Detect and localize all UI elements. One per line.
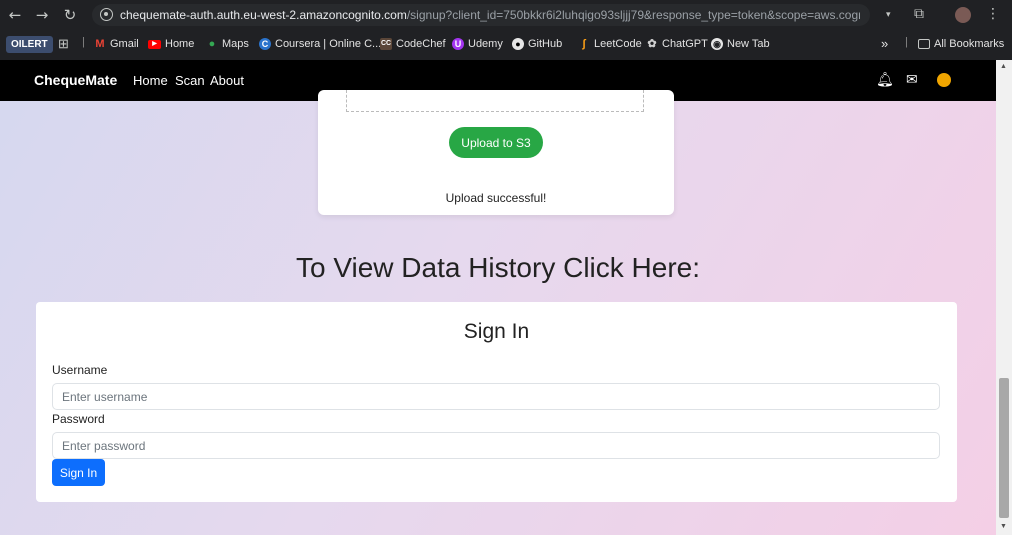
envelope-icon[interactable]: ✉ xyxy=(906,72,918,88)
nav-home[interactable]: Home xyxy=(133,73,168,88)
all-bookmarks-label: All Bookmarks xyxy=(934,38,1005,50)
bookmark-github[interactable]: ● GitHub xyxy=(512,38,562,50)
extensions-icon[interactable]: ⧉ xyxy=(914,6,924,22)
history-heading: To View Data History Click Here: xyxy=(295,252,701,283)
signin-title: Sign In xyxy=(463,320,530,343)
signin-card: Sign In Username Password Sign In xyxy=(36,302,957,502)
brand-logo[interactable]: ChequeMate xyxy=(34,72,117,88)
reload-icon[interactable]: ↻ xyxy=(61,6,79,24)
bookmark-newtab[interactable]: ◉ New Tab xyxy=(711,38,770,50)
bookmark-label: LeetCode xyxy=(594,38,642,50)
leetcode-icon: ʃ xyxy=(582,38,586,50)
upload-s3-button[interactable]: Upload to S3 xyxy=(449,127,543,158)
browser-toolbar: ← → ↻ chequemate-auth.auth.eu-west-2.ama… xyxy=(0,0,1012,30)
username-label: Username xyxy=(52,363,108,377)
page-viewport: ChequeMate Home Scan About 🔔︎ ✉ Upload t… xyxy=(0,60,996,535)
signin-button[interactable]: Sign In xyxy=(52,459,105,486)
bookmark-leetcode[interactable]: ʃ LeetCode xyxy=(578,38,642,50)
bookmark-label: Maps xyxy=(222,38,249,50)
file-drop-zone[interactable] xyxy=(346,90,644,112)
site-info-icon[interactable] xyxy=(100,8,113,21)
bookmark-home[interactable]: ▶ Home xyxy=(148,38,194,50)
password-label: Password xyxy=(52,412,105,426)
more-bookmarks-icon[interactable]: » xyxy=(881,36,888,51)
bookmarks-bar: OILERT ⊞ | M Gmail ▶ Home ● Maps C Cours… xyxy=(0,30,1012,60)
bookmark-gmail[interactable]: M Gmail xyxy=(94,38,139,50)
upload-status: Upload successful! xyxy=(445,191,547,205)
nav-scan[interactable]: Scan xyxy=(175,73,205,88)
codechef-icon: CC xyxy=(380,38,392,50)
gmail-icon: M xyxy=(95,38,105,50)
youtube-icon: ▶ xyxy=(148,39,161,49)
url-host: chequemate-auth.auth.eu-west-2.amazoncog… xyxy=(120,8,407,22)
oilert-badge[interactable]: OILERT xyxy=(6,36,53,53)
bookmark-label: ChatGPT xyxy=(662,38,708,50)
apps-grid-icon[interactable]: ⊞ xyxy=(58,36,69,52)
bookmark-label: Coursera | Online C... xyxy=(275,38,382,50)
bookmark-divider: | xyxy=(82,36,85,48)
bookmark-chatgpt[interactable]: ✿ ChatGPT xyxy=(646,38,708,50)
bookmark-label: Gmail xyxy=(110,38,139,50)
page-scrollbar[interactable]: ▲ ▼ xyxy=(996,60,1012,535)
upload-card: Upload to S3 Upload successful! xyxy=(318,90,674,215)
back-icon[interactable]: ← xyxy=(6,6,24,24)
scroll-down-arrow[interactable]: ▼ xyxy=(1000,523,1007,530)
address-bar[interactable]: chequemate-auth.auth.eu-west-2.amazoncog… xyxy=(92,4,870,26)
bookmark-label: GitHub xyxy=(528,38,563,50)
github-icon: ● xyxy=(512,38,524,50)
forward-icon[interactable]: → xyxy=(33,6,51,24)
nav-about[interactable]: About xyxy=(210,73,244,88)
newtab-icon: ◉ xyxy=(711,38,723,50)
folder-icon xyxy=(918,39,930,49)
maps-icon: ● xyxy=(208,38,216,50)
bookmark-udemy[interactable]: U Udemy xyxy=(452,38,503,50)
profile-avatar[interactable] xyxy=(955,7,971,23)
user-circle-icon[interactable] xyxy=(937,73,951,87)
dropdown-icon[interactable]: ▾ xyxy=(886,10,891,20)
bookmark-divider: | xyxy=(905,36,908,48)
username-input[interactable] xyxy=(52,383,940,410)
bookmark-label: New Tab xyxy=(727,38,770,50)
coursera-icon: C xyxy=(259,38,271,50)
scroll-thumb[interactable] xyxy=(999,378,1009,518)
bell-icon[interactable]: 🔔︎ xyxy=(876,72,894,88)
bookmark-label: Udemy xyxy=(468,38,503,50)
bookmark-codechef[interactable]: CC CodeChef xyxy=(380,38,446,50)
menu-icon[interactable]: ⋮ xyxy=(986,6,1000,22)
all-bookmarks[interactable]: All Bookmarks xyxy=(918,38,1004,50)
password-input[interactable] xyxy=(52,432,940,459)
url-path: /signup?client_id=750bkkr6i2luhqigo93slj… xyxy=(406,8,860,22)
bookmark-label: Home xyxy=(165,38,195,50)
url-text: chequemate-auth.auth.eu-west-2.amazoncog… xyxy=(120,8,860,22)
bookmark-label: CodeChef xyxy=(396,38,446,50)
scroll-up-arrow[interactable]: ▲ xyxy=(1000,63,1007,70)
bookmark-maps[interactable]: ● Maps xyxy=(206,38,249,50)
bookmark-coursera[interactable]: C Coursera | Online C... xyxy=(259,38,381,50)
udemy-icon: U xyxy=(452,38,464,50)
chatgpt-icon: ✿ xyxy=(647,38,657,50)
